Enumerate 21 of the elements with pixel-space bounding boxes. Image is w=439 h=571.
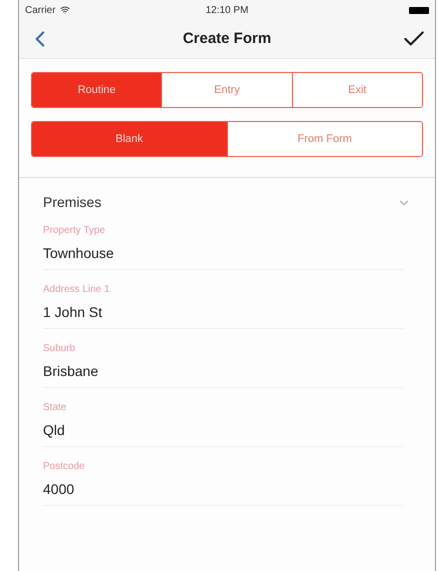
field-label: State (43, 401, 68, 415)
text-field[interactable]: Property Type Townhouse (43, 223, 403, 270)
clock-time: 12:10 PM (206, 4, 248, 18)
carrier-label: Carrier (25, 4, 56, 18)
field-value: Qld (43, 421, 66, 440)
field-value: 1 John St (43, 303, 104, 322)
window-title: Create Form (182, 28, 272, 49)
field-label: Suburb (43, 342, 76, 356)
text-field[interactable]: Suburb Brisbane (43, 341, 403, 388)
field-label: Address Line 1 (43, 283, 111, 297)
text-field[interactable]: Postcode 4000 (43, 459, 403, 506)
field-value: Brisbane (43, 362, 100, 381)
field-label: Postcode (43, 460, 86, 474)
field-value: 4000 (43, 480, 76, 499)
text-field[interactable]: State Qld (43, 400, 403, 447)
section-title: Premises (43, 193, 102, 212)
wifi-icon (60, 5, 70, 15)
battery-icon (409, 6, 429, 14)
field-value: Townhouse (43, 244, 115, 263)
text-field[interactable]: Address Line 1 1 John St (43, 282, 403, 329)
field-label: Property Type (43, 224, 106, 238)
